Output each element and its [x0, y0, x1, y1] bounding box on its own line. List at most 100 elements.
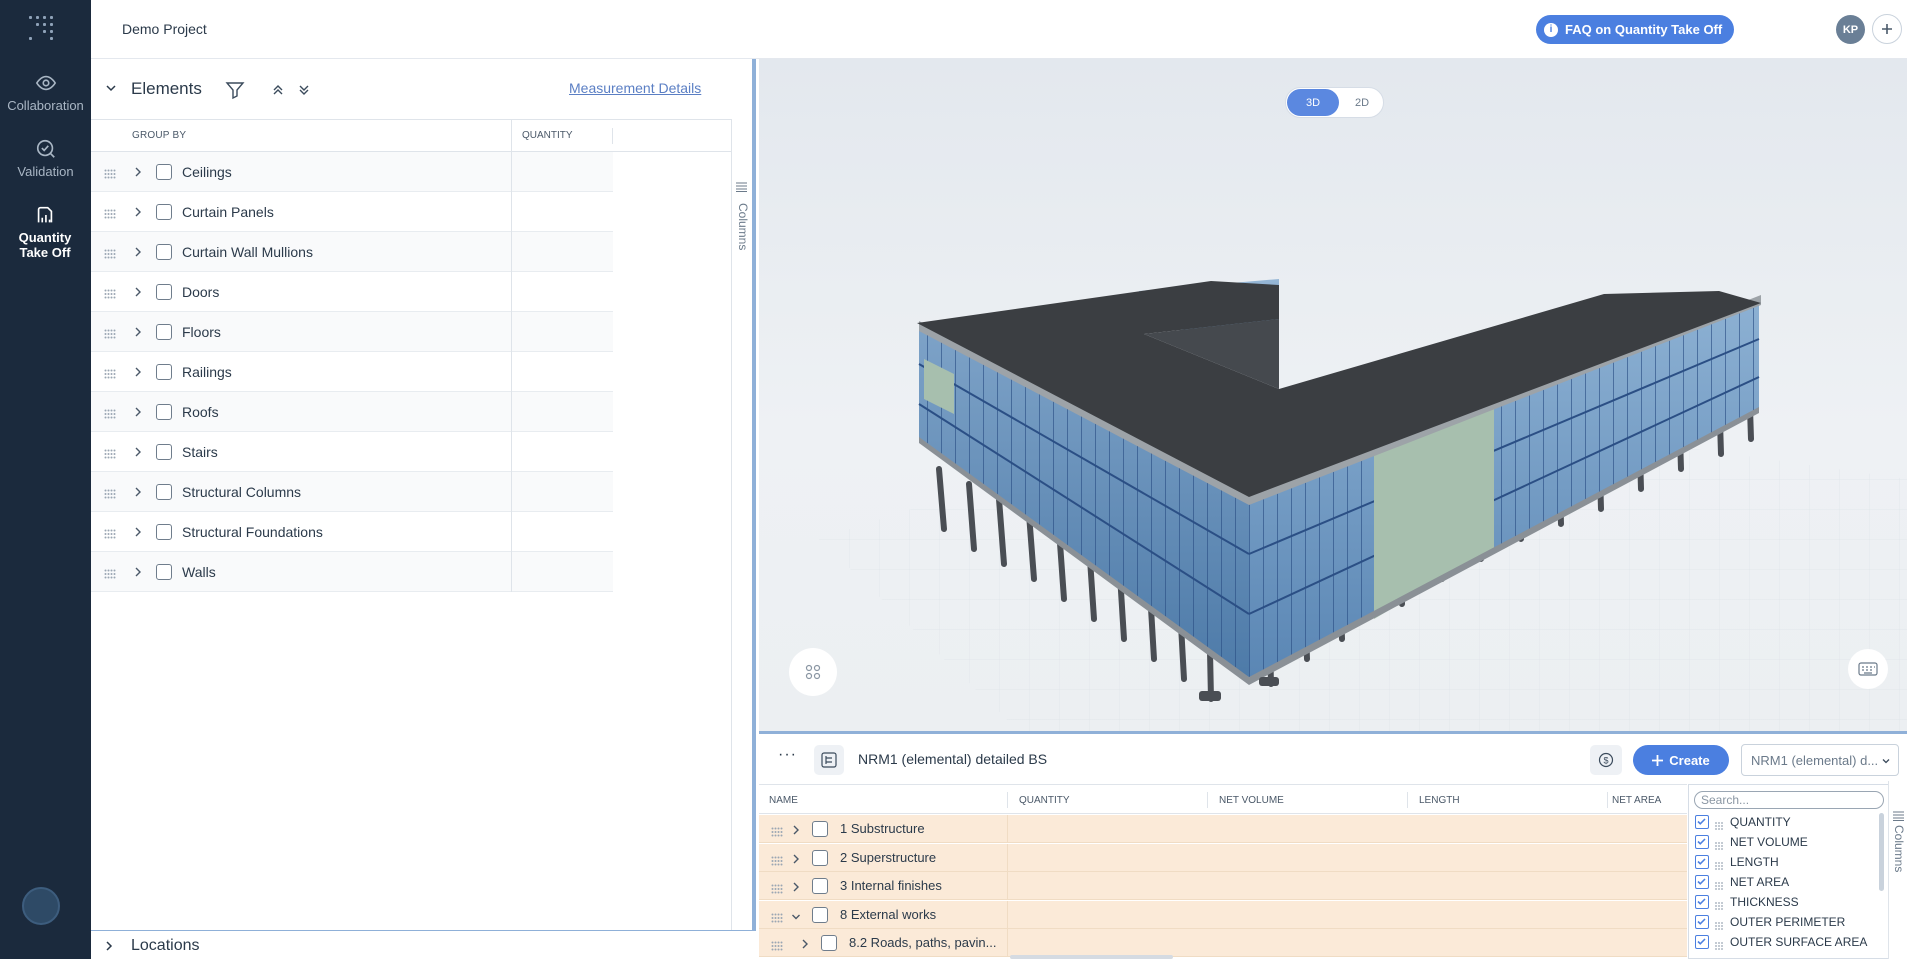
table-row[interactable]: Doors — [91, 272, 613, 312]
row-checkbox[interactable] — [156, 244, 172, 260]
app-logo[interactable] — [29, 16, 53, 40]
chevron-right-icon[interactable] — [133, 206, 143, 218]
model-viewer[interactable]: 3D 2D — [759, 59, 1907, 731]
chevron-right-icon[interactable] — [800, 938, 810, 949]
table-row[interactable]: Stairs — [91, 432, 613, 472]
drag-handle-icon[interactable] — [104, 247, 116, 259]
drag-handle-icon[interactable] — [771, 825, 783, 840]
column-header-length[interactable]: LENGTH — [1419, 795, 1460, 806]
row-checkbox[interactable] — [156, 484, 172, 500]
measurement-details-link[interactable]: Measurement Details — [569, 80, 701, 96]
drag-handle-icon[interactable] — [1715, 818, 1725, 833]
drag-handle-icon[interactable] — [1715, 918, 1725, 933]
column-visible-checkbox[interactable] — [1695, 915, 1709, 929]
column-header-net-area[interactable]: NET AREA — [1612, 795, 1661, 806]
table-row[interactable]: Floors — [91, 312, 613, 352]
row-checkbox[interactable] — [812, 821, 828, 837]
boq-row[interactable]: 3 Internal finishes — [759, 872, 1687, 900]
column-visible-checkbox[interactable] — [1695, 895, 1709, 909]
drag-handle-icon[interactable] — [771, 911, 783, 926]
chevron-down-icon[interactable] — [791, 910, 801, 920]
drag-handle-icon[interactable] — [771, 882, 783, 897]
mode-3d-button[interactable]: 3D — [1287, 89, 1339, 116]
row-checkbox[interactable] — [156, 444, 172, 460]
drag-handle-icon[interactable] — [1715, 938, 1725, 953]
collapse-all-icon[interactable] — [271, 83, 285, 97]
add-user-button[interactable] — [1872, 14, 1902, 44]
column-chooser-item[interactable]: LENGTH — [1695, 853, 1875, 871]
columns-side-tab[interactable]: Columns — [731, 119, 752, 930]
table-row[interactable]: Structural Columns — [91, 472, 613, 512]
drag-handle-icon[interactable] — [771, 854, 783, 869]
drag-handle-icon[interactable] — [104, 527, 116, 539]
drag-handle-icon[interactable] — [1715, 878, 1725, 893]
chevron-right-icon[interactable] — [133, 286, 143, 298]
rail-item-validation[interactable]: Validation — [0, 138, 91, 179]
boq-row[interactable]: 8 External works — [759, 900, 1687, 929]
row-checkbox[interactable] — [156, 524, 172, 540]
table-row[interactable]: Railings — [91, 352, 613, 392]
column-chooser-item[interactable]: THICKNESS — [1695, 893, 1875, 911]
drag-handle-icon[interactable] — [1715, 838, 1725, 853]
mode-2d-button[interactable]: 2D — [1343, 89, 1381, 116]
structure-button[interactable] — [814, 745, 844, 775]
keyboard-button[interactable] — [1848, 649, 1888, 689]
column-visible-checkbox[interactable] — [1695, 935, 1709, 949]
column-chooser-item[interactable]: QUANTITY — [1695, 813, 1875, 831]
table-row[interactable]: Roofs — [91, 392, 613, 432]
faq-button[interactable]: i FAQ on Quantity Take Off — [1536, 15, 1735, 44]
drag-handle-icon[interactable] — [104, 567, 116, 579]
column-search-input[interactable]: Search... — [1694, 791, 1884, 809]
chevron-right-icon[interactable] — [133, 326, 143, 338]
boq-row[interactable]: 1 Substructure — [759, 815, 1687, 843]
more-menu-button[interactable]: ··· — [778, 746, 797, 764]
boq-row[interactable]: 8.2 Roads, paths, pavin... — [759, 929, 1687, 957]
row-checkbox[interactable] — [156, 364, 172, 380]
viewer-grid-button[interactable] — [789, 648, 837, 696]
column-header-group-by[interactable]: GROUP BY — [132, 130, 186, 141]
table-row[interactable]: Ceilings — [91, 152, 613, 192]
locations-panel[interactable]: Locations — [91, 930, 756, 959]
chevron-right-icon[interactable] — [133, 366, 143, 378]
drag-handle-icon[interactable] — [1715, 858, 1725, 873]
row-checkbox[interactable] — [812, 849, 828, 866]
chevron-right-icon[interactable] — [133, 246, 143, 258]
row-checkbox[interactable] — [156, 164, 172, 180]
row-checkbox[interactable] — [812, 878, 828, 894]
row-checkbox[interactable] — [156, 204, 172, 220]
chevron-right-icon[interactable] — [133, 166, 143, 178]
chevron-right-icon[interactable] — [133, 486, 143, 498]
rail-item-collaboration[interactable]: Collaboration — [0, 72, 91, 113]
row-checkbox[interactable] — [156, 284, 172, 300]
column-visible-checkbox[interactable] — [1695, 875, 1709, 889]
view-mode-toggle[interactable]: 3D 2D — [1285, 87, 1384, 118]
filter-icon[interactable] — [225, 80, 245, 100]
column-chooser-item[interactable]: NET AREA — [1695, 873, 1875, 891]
table-row[interactable]: Walls — [91, 552, 613, 592]
drag-handle-icon[interactable] — [104, 487, 116, 499]
assistant-avatar-icon[interactable] — [22, 887, 60, 925]
chevron-right-icon[interactable] — [133, 566, 143, 578]
drag-handle-icon[interactable] — [104, 207, 116, 219]
drag-handle-icon[interactable] — [104, 287, 116, 299]
drag-handle-icon[interactable] — [771, 939, 783, 954]
boq-columns-side-tab[interactable]: Columns — [1888, 781, 1907, 959]
building-model-3d[interactable] — [759, 59, 1907, 731]
chevron-right-icon[interactable] — [133, 526, 143, 538]
rail-item-quantity-take-off[interactable]: Quantity Take Off — [4, 204, 86, 260]
row-checkbox[interactable] — [821, 935, 837, 951]
chevron-right-icon[interactable] — [104, 940, 114, 952]
row-checkbox[interactable] — [156, 404, 172, 420]
column-header-net-volume[interactable]: NET VOLUME — [1219, 795, 1284, 806]
column-visible-checkbox[interactable] — [1695, 855, 1709, 869]
column-visible-checkbox[interactable] — [1695, 835, 1709, 849]
column-chooser-item[interactable]: NET VOLUME — [1695, 833, 1875, 851]
boq-select[interactable]: NRM1 (elemental) d... — [1741, 744, 1899, 776]
chevron-right-icon[interactable] — [791, 853, 801, 863]
drag-handle-icon[interactable] — [104, 327, 116, 339]
boq-row[interactable]: 2 Superstructure — [759, 843, 1687, 872]
drag-handle-icon[interactable] — [1715, 898, 1725, 913]
chooser-scrollbar[interactable] — [1879, 813, 1884, 891]
create-button[interactable]: Create — [1633, 745, 1729, 775]
expand-all-icon[interactable] — [297, 83, 311, 97]
